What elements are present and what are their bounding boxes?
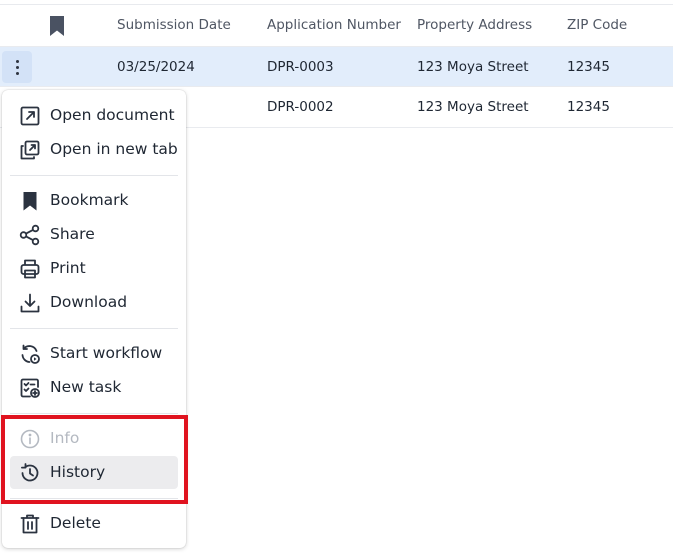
- menu-item-share[interactable]: Share: [10, 218, 178, 251]
- column-header-property-address[interactable]: Property Address: [417, 17, 532, 33]
- column-header-submission-date[interactable]: Submission Date: [117, 17, 231, 33]
- open-external-icon: [20, 106, 40, 126]
- column-header-application-number[interactable]: Application Number: [267, 17, 401, 33]
- menu-item-new-task[interactable]: New task: [10, 371, 178, 404]
- table-row[interactable]: 03/25/2024 DPR-0003 123 Moya Street 1234…: [0, 46, 673, 87]
- kebab-dot: [16, 60, 19, 63]
- menu-item-open-document[interactable]: Open document: [10, 99, 178, 132]
- highlight-annotation-box: [1, 415, 188, 504]
- download-icon: [20, 293, 40, 313]
- menu-label: Open in new tab: [50, 140, 178, 158]
- column-header-zip-code[interactable]: ZIP Code: [567, 17, 627, 33]
- document-list-page: Submission Date Application Number Prope…: [0, 0, 673, 555]
- cell-zip-code: 12345: [567, 59, 610, 75]
- menu-label: Open document: [50, 106, 175, 124]
- menu-label: Bookmark: [50, 191, 129, 209]
- menu-item-delete[interactable]: Delete: [10, 507, 178, 540]
- menu-label: Start workflow: [50, 344, 163, 362]
- menu-item-bookmark[interactable]: Bookmark: [10, 184, 178, 217]
- trash-icon: [20, 514, 40, 534]
- bookmark-column-icon[interactable]: [49, 15, 65, 37]
- workflow-icon: [21, 344, 40, 364]
- cell-property-address: 123 Moya Street: [417, 59, 529, 75]
- menu-label: New task: [50, 378, 122, 396]
- row-actions-button[interactable]: [2, 51, 32, 83]
- menu-divider: [10, 175, 178, 176]
- cell-application-number: DPR-0002: [267, 99, 334, 115]
- cell-submission-date: 03/25/2024: [117, 59, 195, 75]
- share-icon: [19, 224, 40, 246]
- bookmark-icon: [23, 192, 37, 211]
- menu-divider: [10, 328, 178, 329]
- cell-zip-code: 12345: [567, 99, 610, 115]
- menu-label: Print: [50, 259, 86, 277]
- menu-label: Share: [50, 225, 95, 243]
- menu-item-download[interactable]: Download: [10, 286, 178, 319]
- cell-application-number: DPR-0003: [267, 59, 334, 75]
- menu-label: Delete: [50, 514, 101, 532]
- menu-item-print[interactable]: Print: [10, 252, 178, 285]
- new-task-icon: [20, 378, 40, 398]
- cell-property-address: 123 Moya Street: [417, 99, 529, 115]
- menu-label: Download: [50, 293, 128, 311]
- menu-item-open-in-new-tab[interactable]: Open in new tab: [10, 133, 178, 166]
- menu-divider: [10, 413, 178, 414]
- new-tab-icon: [20, 140, 40, 160]
- kebab-dot: [16, 72, 19, 75]
- menu-item-start-workflow[interactable]: Start workflow: [10, 337, 178, 370]
- print-icon: [20, 259, 40, 279]
- kebab-dot: [16, 66, 19, 69]
- table-header: Submission Date Application Number Prope…: [0, 5, 673, 45]
